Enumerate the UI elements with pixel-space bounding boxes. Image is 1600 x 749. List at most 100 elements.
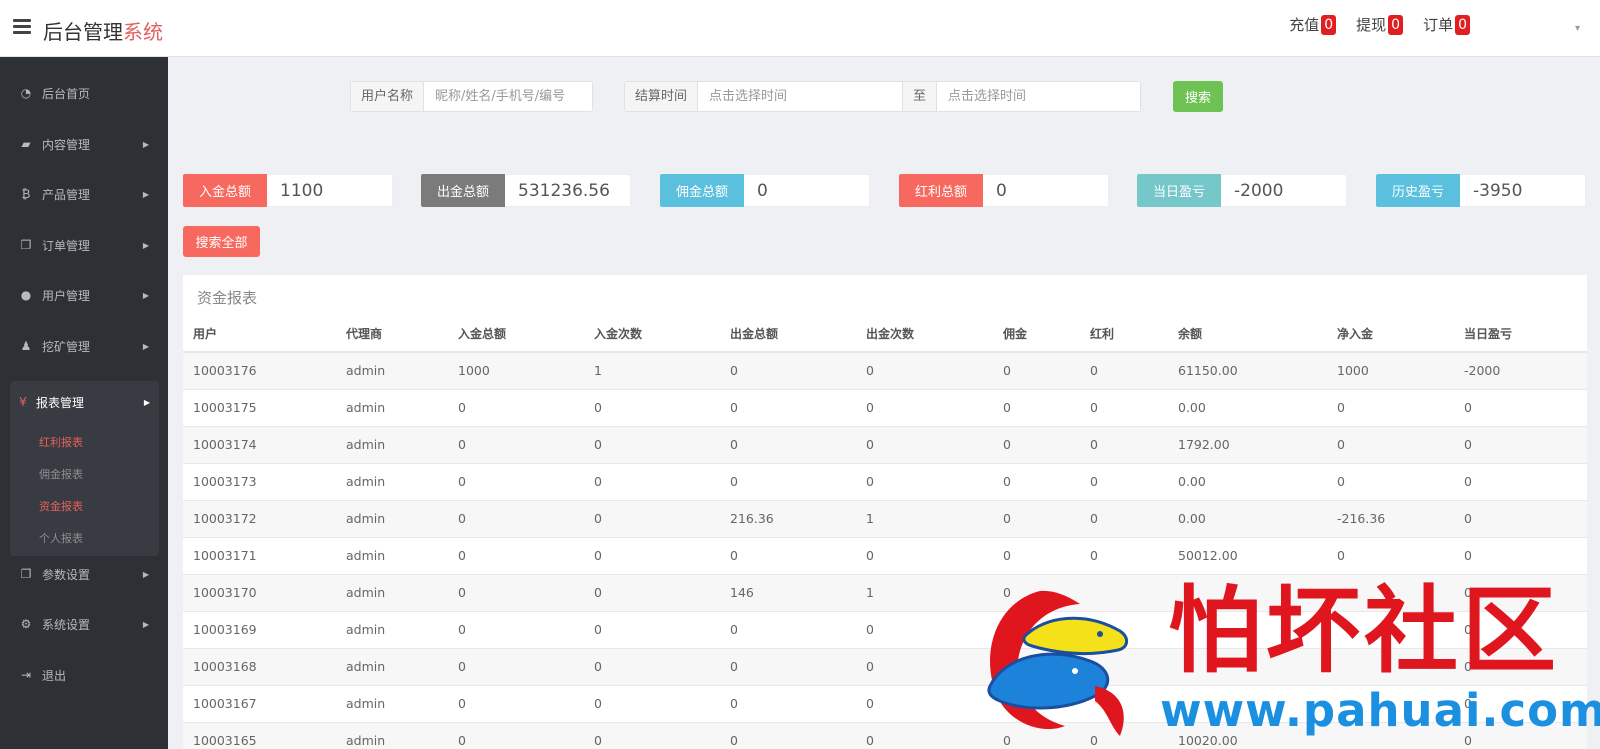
table-cell: 0 [1327,389,1454,427]
table-cell: 0 [1080,537,1168,575]
table-cell: 0 [993,463,1080,501]
table-cell: 0 [584,722,720,749]
sidebar-item-content[interactable]: ▰ 内容管理 ▶ [0,126,168,162]
search-all-button[interactable]: 搜索全部 [183,226,260,257]
table-cell: admin [336,352,448,390]
table-cell: admin [336,389,448,427]
table-cell: 10003169 [183,611,336,649]
table-cell: 146 [720,574,856,612]
table-cell: 0 [720,722,856,749]
table-cell: admin [336,426,448,464]
start-time-input[interactable] [698,82,904,111]
book-icon: ▰ [21,137,31,151]
table-cell: 0 [1327,463,1454,501]
table-cell: admin [336,500,448,538]
sidebar-subitem-bonus-report[interactable]: 红利报表 [39,434,83,450]
table-cell: 216.36 [720,500,856,538]
table-cell: 0 [1327,426,1454,464]
table-cell: admin [336,537,448,575]
order-count-badge: 0 [1455,14,1470,35]
table-cell: 0 [584,574,720,612]
search-button[interactable]: 搜索 [1173,81,1223,112]
stat-value: 0 [744,174,870,207]
watermark: 怕坏社区 www.pahuai.com [970,576,1600,749]
stat-value: 0 [983,174,1109,207]
dashboard-icon: ◔ [20,86,32,100]
table-cell: 0 [584,426,720,464]
table-cell: 0 [720,389,856,427]
sidebar-item-products[interactable]: ₿ 产品管理 ▶ [0,176,168,212]
copy-icon: ❐ [20,238,32,252]
sidebar-item-dashboard[interactable]: ◔ 后台首页 [0,75,168,111]
table-cell: 10003167 [183,685,336,723]
table-cell: 0 [720,426,856,464]
sidebar-subitem-commission-report[interactable]: 佣金报表 [39,466,83,482]
sidebar-item-system[interactable]: ⚙ 系统设置 ▶ [0,606,168,642]
column-header: 入金次数 [584,315,720,353]
table-cell: admin [336,648,448,686]
table-cell: admin [336,685,448,723]
stat-commission-total: 佣金总额 0 [660,174,870,207]
column-header: 用户 [183,315,336,353]
menu-toggle-icon[interactable] [13,19,31,35]
table-cell: 0 [448,611,584,649]
stat-daily-pnl: 当日盈亏 -2000 [1137,174,1347,207]
table-row: 10003171 admin 0 0 0 0 0 0 50012.00 0 0 [183,537,1587,575]
table-header-row: 用户 代理商 入金总额 入金次数 出金总额 出金次数 佣金 红利 余额 净入金 当日盈亏 [183,315,1587,353]
top-header: 后台管理系统 充值 0 提现 0 订单 0 ▾ [0,0,1600,57]
order-link[interactable]: 订单 0 [1423,14,1470,35]
username-input[interactable] [424,82,593,111]
chevron-right-icon: ▶ [142,341,149,351]
stat-value: -3950 [1460,174,1586,207]
watermark-text: 怕坏社区 [1168,576,1561,686]
table-cell: 0 [584,611,720,649]
brand-accent-text: 系统 [123,20,163,44]
table-cell: 0 [584,685,720,723]
table-cell: 0 [1454,389,1587,427]
column-header: 出金次数 [856,315,993,353]
sidebar-item-logout[interactable]: ⇥ 退出 [0,657,168,693]
table-cell: 0 [720,648,856,686]
table-cell: 0 [993,389,1080,427]
end-time-input[interactable] [937,82,1141,111]
sidebar-item-orders[interactable]: ❐ 订单管理 ▶ [0,227,168,263]
table-cell: 10003165 [183,722,336,749]
sidebar-item-reports[interactable]: ¥ 报表管理 ▶ [10,384,159,420]
column-header: 红利 [1080,315,1168,353]
column-header: 出金总额 [720,315,856,353]
table-cell: 10003173 [183,463,336,501]
user-menu-caret-icon[interactable]: ▾ [1575,23,1580,34]
sidebar-subitem-funds-report[interactable]: 资金报表 [39,498,83,514]
stat-label: 当日盈亏 [1137,174,1221,207]
table-cell: 10003176 [183,352,336,390]
sidebar: ◔ 后台首页 ▰ 内容管理 ▶ ₿ 产品管理 ▶ ❐ 订单管理 ▶ ● 用户管理 ▶ ♟ 挖矿管理 ▶… [0,57,168,749]
table-cell: 0 [720,352,856,390]
table-cell: 0 [993,426,1080,464]
table-cell: 10003168 [183,648,336,686]
chevron-right-icon: ▶ [142,569,149,579]
table-cell: 0 [448,537,584,575]
withdraw-count-badge: 0 [1388,14,1404,35]
table-cell: 0 [584,500,720,538]
sidebar-item-users[interactable]: ● 用户管理 ▶ [0,277,168,313]
brand-main-text: 后台管理 [43,20,123,44]
fish-logo-icon [987,590,1128,736]
sidebar-item-mining[interactable]: ♟ 挖矿管理 ▶ [0,328,168,364]
sidebar-item-params[interactable]: ❐ 参数设置 ▶ [0,556,168,592]
stat-label: 入金总额 [183,174,267,207]
stat-bonus-total: 红利总额 0 [899,174,1109,207]
sidebar-subitem-personal-report[interactable]: 个人报表 [39,530,83,546]
recharge-link[interactable]: 充值 0 [1289,14,1337,35]
column-header: 入金总额 [448,315,584,353]
table-cell: -2000 [1454,352,1587,390]
table-cell: 10003171 [183,537,336,575]
table-cell: 0.00 [1168,389,1327,427]
table-cell: admin [336,463,448,501]
chevron-right-icon: ▶ [142,139,149,149]
withdraw-link[interactable]: 提现 0 [1356,14,1404,35]
table-cell: 1000 [1327,352,1454,390]
table-cell: 0 [1080,500,1168,538]
table-cell: admin [336,574,448,612]
chevron-right-icon: ▶ [142,240,149,250]
stat-label: 历史盈亏 [1376,174,1460,207]
